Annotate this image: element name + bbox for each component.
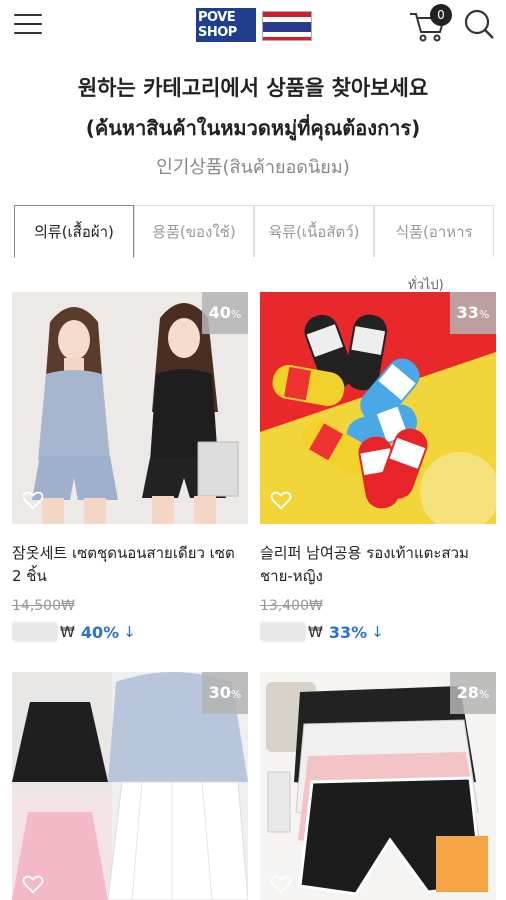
app-header: POVE SHOP 0 [0,0,506,48]
product-image[interactable]: 33% [260,292,496,524]
logo-line-1: POVE [198,10,236,25]
heart-icon[interactable] [22,490,44,510]
tab-meat[interactable]: 육류(เนื้อสัตว์) [254,205,374,257]
original-price: 14,500₩ [12,598,75,614]
search-button[interactable] [462,8,498,40]
product-card[interactable]: 40% 잠옷세트 เซตชุดนอนสายเดียว เซต 2 ชิ้น 14… [12,292,248,642]
heart-icon[interactable] [270,490,292,510]
logo[interactable]: POVE SHOP [196,8,314,42]
cart-count-badge: 0 [430,4,452,26]
currency-symbol: ₩ [308,623,323,641]
product-card[interactable]: 30% [12,672,248,900]
menu-icon[interactable] [12,10,44,38]
sale-price-row: ₩ 33% ↓ [260,620,384,644]
search-icon [464,9,494,39]
logo-line-2: SHOP [198,25,237,40]
price-hidden [12,622,58,642]
product-image[interactable]: 30% [12,672,248,900]
down-arrow-icon: ↓ [371,623,384,641]
product-card[interactable]: 28% [260,672,496,900]
down-arrow-icon: ↓ [123,623,136,641]
currency-symbol: ₩ [60,623,75,641]
heart-icon[interactable] [270,874,292,894]
cart-button[interactable]: 0 [408,4,456,44]
discount-badge: 40% [202,292,248,334]
sale-price-row: ₩ 40% ↓ [12,620,136,644]
original-price: 13,400₩ [260,598,323,614]
logo-text: POVE SHOP [196,8,256,42]
tab-clothing[interactable]: 의류(เสื้อผ้า) [14,205,134,258]
tab-food[interactable]: 식품(อาหาร [374,205,494,257]
product-image[interactable]: 28% [260,672,496,900]
discount-badge: 30% [202,672,248,714]
page-title: 원하는 카테고리에서 상품을 찾아보세요 [77,76,429,100]
product-name[interactable]: 슬리퍼 남여공용 รองเท้าแตะสวม ชาย-หญิง [260,542,496,588]
tab-goods[interactable]: 용품(ของใช้) [134,205,254,257]
discount-badge: 28% [450,672,496,714]
section-subtitle: 인기상품(สินค้ายอดนิยม) [156,157,350,178]
heart-icon[interactable] [22,874,44,894]
thai-flag-icon [262,11,312,41]
page-title-thai: (ค้นหาสินค้าในหมวดหมู่ที่คุณต้องการ) [85,116,421,140]
product-image[interactable]: 40% [12,292,248,524]
price-hidden [260,622,306,642]
category-tabs: 의류(เสื้อผ้า) 용품(ของใช้) 육류(เนื้อสัตว์) 식… [14,205,494,258]
product-card[interactable]: 33% 슬리퍼 남여공용 รองเท้าแตะสวม ชาย-หญิง 13,4… [260,292,496,642]
discount-badge: 33% [450,292,496,334]
discount-percent: 40% [80,622,120,642]
discount-percent: 33% [328,622,368,642]
product-name[interactable]: 잠옷세트 เซตชุดนอนสายเดียว เซต 2 ชิ้น [12,542,248,588]
